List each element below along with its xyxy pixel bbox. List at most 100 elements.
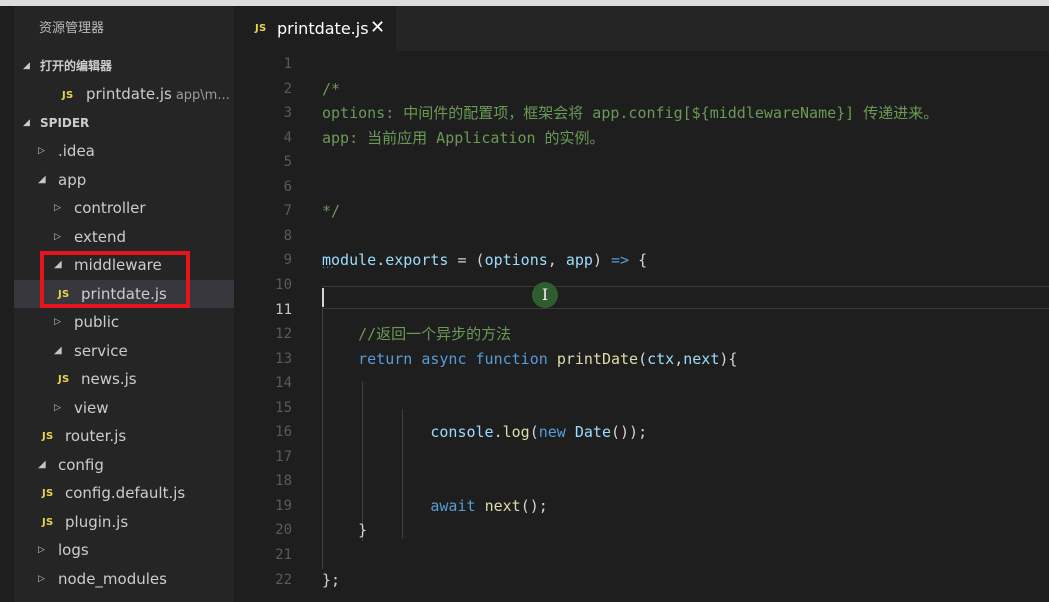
line-number: 20 <box>275 522 292 539</box>
code-line: app: 当前应用 Application 的实例。 <box>322 129 605 147</box>
tree-item-label: public <box>74 313 120 331</box>
folder-item-service[interactable]: ◢ service <box>14 337 234 366</box>
code-line: console.log(new Date()); <box>322 423 647 441</box>
file-item-news-js[interactable]: JS news.js <box>14 365 234 394</box>
line-number: 17 <box>275 448 292 465</box>
folder-item-public[interactable]: ▷ public <box>14 308 234 337</box>
chevron-right-icon: ▷ <box>54 203 61 213</box>
code-editor[interactable]: 1 2 3 4 5 6 7 8 9 10 11 12 13 14 15 16 17 18 19 20 21 22 ··· … <box>234 51 1049 602</box>
file-item-router-js[interactable]: JS router.js <box>14 422 234 451</box>
js-file-icon: JS <box>42 431 54 442</box>
chevron-right-icon: ▷ <box>38 573 45 584</box>
code-token: Date <box>574 423 611 442</box>
line-number: 8 <box>283 227 292 244</box>
file-item-printdate-js[interactable]: JS printdate.js <box>14 279 234 308</box>
folder-item-idea[interactable]: ▷ .idea <box>14 137 234 166</box>
line-number: 10 <box>275 276 292 293</box>
code-line: /* <box>322 80 340 98</box>
js-file-icon: JS <box>62 90 74 101</box>
code-token: ( <box>529 423 539 442</box>
line-number: 12 <box>275 326 292 343</box>
explorer-sidebar: 资源管理器 ◢ 打开的编辑器 JS printdate.js app\m... ◢… <box>14 6 234 602</box>
chevron-down-icon: ◢ <box>54 259 62 270</box>
code-token: . <box>376 251 386 270</box>
code-token: log <box>502 423 530 442</box>
file-tree: ▷ .idea ◢ app ▷ controller ▷ extend ◢ middleware J… <box>14 137 234 593</box>
project-header-label: SPIDER <box>40 116 90 130</box>
chevron-down-icon: ◢ <box>38 173 46 185</box>
tree-item-label: router.js <box>65 427 127 445</box>
folder-item-middleware[interactable]: ◢ middleware <box>14 251 234 280</box>
chevron-down-icon: ◢ <box>23 118 30 128</box>
code-token: console <box>430 423 494 442</box>
tree-item-label: service <box>74 341 128 360</box>
tab-printdate-js[interactable]: JS printdate.js ✕ <box>234 6 396 51</box>
code-token: ( <box>638 349 648 368</box>
line-number: 11 <box>275 301 292 318</box>
code-token: ){ <box>719 349 738 368</box>
code-token: }; <box>322 570 341 589</box>
chevron-down-icon: ◢ <box>23 61 30 71</box>
js-file-icon: JS <box>255 23 267 34</box>
line-number: 5 <box>283 154 292 171</box>
line-number: 4 <box>283 129 292 146</box>
line-number: 18 <box>275 473 292 490</box>
file-item-plugin-js[interactable]: JS plugin.js <box>14 508 234 537</box>
code-token: (); <box>520 496 548 515</box>
folder-item-config[interactable]: ◢ config <box>14 451 234 480</box>
line-number: 1 <box>283 56 292 72</box>
code-token: //返回一个异步的方法 <box>358 325 512 344</box>
tree-item-label: printdate.js <box>81 284 167 303</box>
code-line: //返回一个异步的方法 <box>322 325 511 343</box>
project-header-spider[interactable]: ◢ SPIDER <box>14 109 234 137</box>
editor-tab-bar: JS printdate.js ✕ <box>234 6 1049 51</box>
folder-item-extend[interactable]: ▷ extend <box>14 223 234 252</box>
code-token: async <box>421 349 467 368</box>
code-token: } <box>322 521 368 540</box>
line-number: 22 <box>275 571 292 588</box>
code-token: options: 中间件的配置项，框架会将 app.config[${middl… <box>322 104 939 123</box>
folder-item-view[interactable]: ▷ view <box>14 394 234 423</box>
line-number: 15 <box>275 399 292 416</box>
folder-item-logs[interactable]: ▷ logs <box>14 536 234 565</box>
chevron-right-icon: ▷ <box>54 231 61 242</box>
open-editors-header-label: 打开的编辑器 <box>40 59 113 73</box>
folder-item-controller[interactable]: ▷ controller <box>14 194 234 223</box>
js-file-icon: JS <box>42 488 54 499</box>
code-token: ()); <box>611 423 648 442</box>
folder-item-app[interactable]: ◢ app <box>14 166 234 195</box>
code-token: new <box>538 423 566 442</box>
open-editors-header[interactable]: ◢ 打开的编辑器 <box>14 52 234 80</box>
line-number: 7 <box>283 203 292 220</box>
js-file-icon: JS <box>58 374 70 385</box>
tree-item-label: config <box>58 455 104 474</box>
line-number: 19 <box>275 497 292 514</box>
tree-item-label: news.js <box>81 370 137 388</box>
tree-item-label: view <box>74 398 109 417</box>
tree-item-label: middleware <box>74 256 162 274</box>
line-number: 9 <box>283 252 292 269</box>
close-icon[interactable]: ✕ <box>370 17 385 38</box>
code-line: */ <box>322 202 340 220</box>
folder-item-node-modules[interactable]: ▷ node_modules <box>14 565 234 594</box>
code-token: . <box>493 423 503 442</box>
code-line: await next(); <box>322 496 548 515</box>
code-token: = ( <box>448 251 485 270</box>
tree-item-label: plugin.js <box>65 512 129 531</box>
tree-item-label: .idea <box>58 142 95 160</box>
line-number: 13 <box>275 350 292 367</box>
tree-item-label: config.default.js <box>65 484 186 502</box>
code-token: , <box>547 251 566 270</box>
code-token: module <box>322 251 377 270</box>
file-item-config-default-js[interactable]: JS config.default.js <box>14 479 234 508</box>
indent-guide <box>362 381 363 541</box>
open-editor-item[interactable]: JS printdate.js app\m... <box>14 80 234 109</box>
chevron-right-icon: ▷ <box>38 146 45 156</box>
